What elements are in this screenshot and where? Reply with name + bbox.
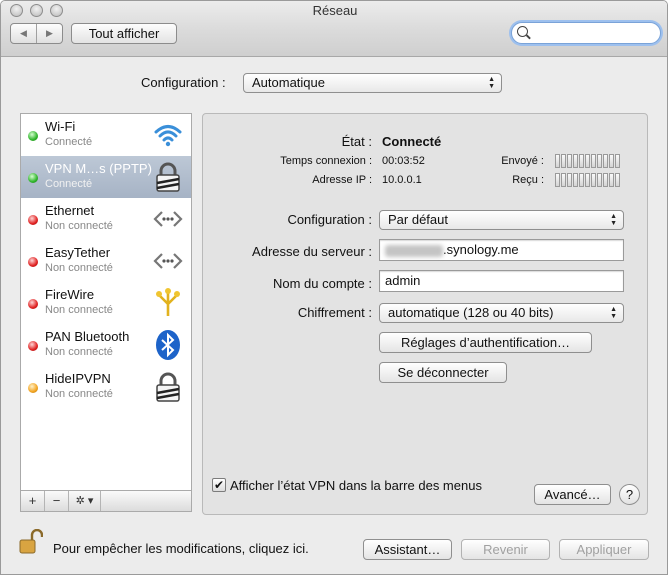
connect-time-label: Temps connexion :	[280, 155, 372, 167]
search-input[interactable]	[534, 25, 654, 41]
status-dot-icon	[28, 173, 38, 183]
search-field[interactable]	[511, 22, 661, 44]
padlock-open-icon[interactable]	[19, 529, 43, 555]
forward-button[interactable]: ▶	[37, 24, 62, 43]
location-value: Automatique	[252, 75, 325, 90]
search-icon	[517, 26, 528, 37]
location-label: Configuration :	[141, 75, 226, 90]
lock-icon	[156, 162, 180, 192]
service-name: PAN Bluetooth	[45, 329, 130, 344]
service-item-hideipvpn[interactable]: HideIPVPN Non connecté	[21, 366, 191, 408]
status-dot-icon	[28, 257, 38, 267]
service-status: Non connecté	[45, 304, 113, 316]
revert-button[interactable]: Revenir	[461, 539, 550, 560]
location-popup[interactable]: Automatique ▲ ▼	[243, 73, 502, 93]
popup-arrows-icon: ▲ ▼	[610, 213, 617, 227]
popup-arrows-icon: ▲ ▼	[488, 76, 495, 90]
back-forward-control: ◀ ▶	[10, 23, 63, 44]
encryption-value: automatique (128 ou 40 bits)	[388, 305, 554, 320]
redacted-text	[385, 244, 443, 257]
vpn-configuration-label: Configuration :	[287, 212, 372, 227]
add-service-button[interactable]: +	[21, 491, 45, 511]
service-name: VPN M…s (PPTP)	[45, 161, 152, 176]
service-name: Ethernet	[45, 203, 95, 218]
service-list: Wi-Fi Connecté VPN M…s (PPTP) Connecté E…	[20, 113, 192, 491]
service-name: FireWire	[45, 287, 95, 302]
gear-menu-button[interactable]: ✲ ▾	[69, 491, 101, 511]
ethernet-icon	[153, 253, 183, 269]
vpn-configuration-popup[interactable]: Par défaut ▲ ▼	[379, 210, 624, 230]
encryption-popup[interactable]: automatique (128 ou 40 bits) ▲ ▼	[379, 303, 624, 323]
service-name: HideIPVPN	[45, 371, 111, 386]
apply-button[interactable]: Appliquer	[559, 539, 649, 560]
ip-address-value: 10.0.0.1	[382, 174, 422, 186]
service-item-firewire[interactable]: FireWire Non connecté	[21, 282, 191, 324]
show-vpn-status-checkbox[interactable]: ✔	[212, 478, 226, 492]
bluetooth-icon	[156, 330, 180, 360]
status-dot-icon	[28, 383, 38, 393]
service-item-vpn-pptp[interactable]: VPN M…s (PPTP) Connecté	[21, 156, 191, 198]
received-label: Reçu :	[512, 174, 544, 186]
status-dot-icon	[28, 131, 38, 141]
service-name: EasyTether	[45, 245, 111, 260]
show-vpn-status-label: Afficher l’état VPN dans la barre des me…	[230, 478, 482, 493]
received-meter	[555, 173, 623, 187]
assistant-button[interactable]: Assistant…	[363, 539, 452, 560]
service-status: Non connecté	[45, 262, 113, 274]
connect-time-value: 00:03:52	[382, 155, 425, 167]
title-bar: Réseau ◀ ▶ Tout afficher	[1, 1, 667, 57]
service-status: Non connecté	[45, 388, 113, 400]
firewire-icon	[156, 288, 180, 316]
service-item-easytether[interactable]: EasyTether Non connecté	[21, 240, 191, 282]
popup-arrows-icon: ▲ ▼	[610, 306, 617, 320]
vpn-detail-pane: État : Connecté Temps connexion : 00:03:…	[202, 113, 648, 515]
status-label: État :	[341, 134, 372, 149]
show-all-button[interactable]: Tout afficher	[71, 23, 177, 44]
account-name-label: Nom du compte :	[273, 276, 372, 291]
account-name-field[interactable]: admin	[379, 270, 624, 292]
encryption-label: Chiffrement :	[297, 305, 372, 320]
help-button[interactable]: ?	[619, 484, 640, 505]
service-name: Wi-Fi	[45, 119, 76, 134]
status-dot-icon	[28, 299, 38, 309]
sent-label: Envoyé :	[501, 155, 544, 167]
service-status: Non connecté	[45, 346, 113, 358]
sent-meter	[555, 154, 623, 168]
server-address-field[interactable]: .synology.me	[379, 239, 624, 261]
remove-service-button[interactable]: −	[45, 491, 69, 511]
vpn-configuration-value: Par défaut	[388, 212, 448, 227]
status-dot-icon	[28, 215, 38, 225]
server-address-value: .synology.me	[443, 242, 519, 257]
window-title: Réseau	[312, 3, 358, 18]
wifi-icon	[154, 125, 182, 147]
service-status: Connecté	[45, 136, 93, 148]
network-preferences-window: Réseau ◀ ▶ Tout afficher Configuration :…	[0, 0, 668, 575]
ip-address-label: Adresse IP :	[312, 174, 372, 186]
service-status: Non connecté	[45, 220, 113, 232]
back-button[interactable]: ◀	[11, 24, 37, 43]
authentication-settings-button[interactable]: Réglages d’authentification…	[379, 332, 592, 353]
service-item-wifi[interactable]: Wi-Fi Connecté	[21, 114, 191, 156]
lock-icon	[156, 372, 180, 402]
advanced-button[interactable]: Avancé…	[534, 484, 611, 505]
ethernet-icon	[153, 211, 183, 227]
service-status: Connecté	[45, 178, 93, 190]
service-list-actions: + − ✲ ▾	[20, 491, 192, 512]
status-value: Connecté	[382, 134, 442, 149]
server-address-label: Adresse du serveur :	[252, 244, 372, 259]
service-item-ethernet[interactable]: Ethernet Non connecté	[21, 198, 191, 240]
service-item-pan-bluetooth[interactable]: PAN Bluetooth Non connecté	[21, 324, 191, 366]
lock-hint-text: Pour empêcher les modifications, cliquez…	[53, 541, 309, 556]
disconnect-button[interactable]: Se déconnecter	[379, 362, 507, 383]
status-dot-icon	[28, 341, 38, 351]
